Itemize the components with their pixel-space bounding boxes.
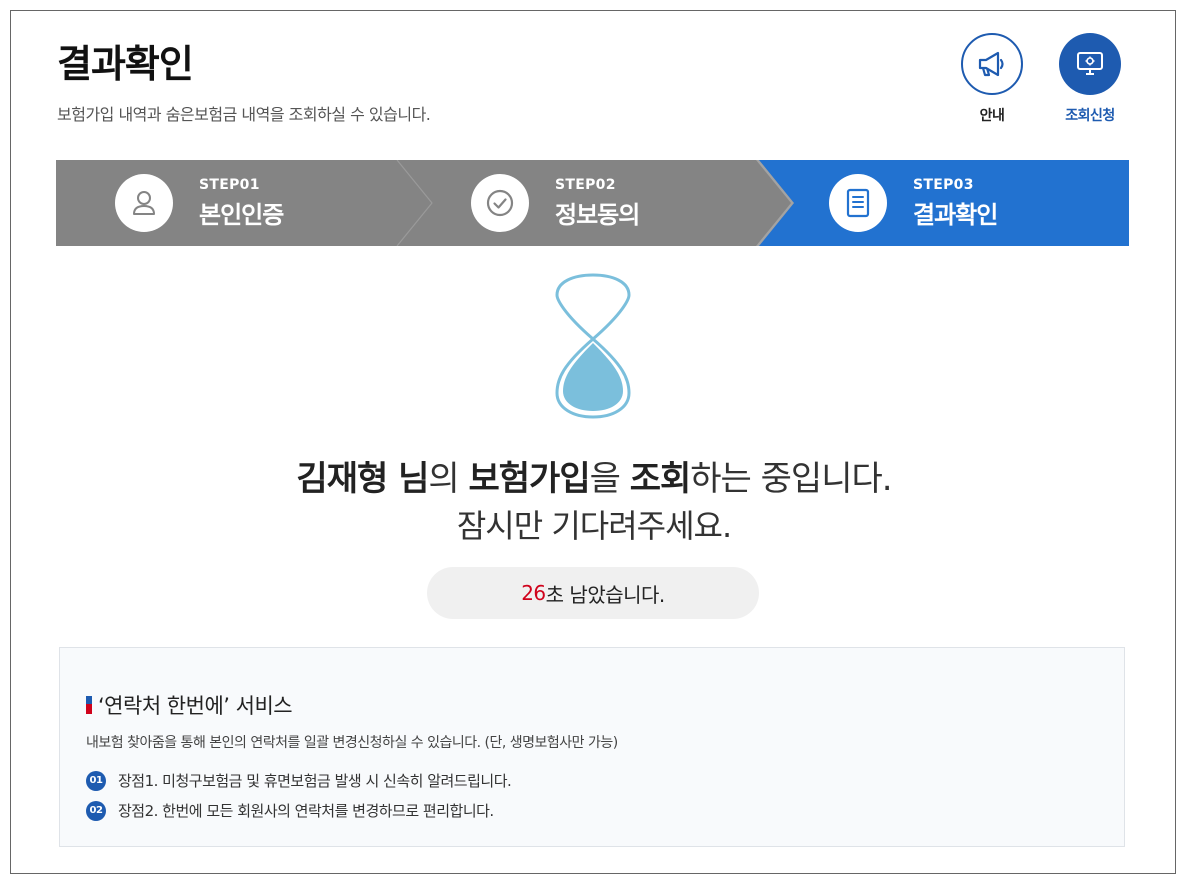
document-icon bbox=[846, 188, 870, 218]
countdown-suffix: 초 남았습니다. bbox=[545, 582, 666, 607]
step-1-number: STEP01 bbox=[199, 176, 260, 193]
page-title: 결과확인 bbox=[57, 42, 194, 86]
step-3-number: STEP03 bbox=[913, 176, 974, 193]
service-benefit-2: 02 장점2. 한번에 모든 회원사의 연락처를 변경하므로 편리합니다. bbox=[86, 800, 494, 821]
loading-message: 김재형 님의 보험가입을 조회하는 중입니다. bbox=[11, 451, 1177, 500]
page-frame: 결과확인 보험가입 내역과 숨은보험금 내역을 조회하실 수 있습니다. 안내 … bbox=[10, 10, 1176, 874]
guide-button[interactable]: 안내 bbox=[957, 33, 1027, 125]
guide-button-label: 안내 bbox=[979, 108, 1005, 124]
step-1-icon-circle bbox=[115, 174, 173, 232]
apply-inquiry-button[interactable]: 조회신청 bbox=[1055, 33, 1125, 125]
loading-keyword-insurance: 보험가입 bbox=[468, 459, 590, 499]
step-2: STEP02 정보동의 bbox=[471, 160, 640, 246]
loading-wait-message: 잠시만 기다려주세요. bbox=[456, 507, 732, 545]
step-3-active: STEP03 결과확인 bbox=[829, 160, 998, 246]
apply-button-circle[interactable] bbox=[1059, 33, 1121, 95]
step-3-icon-circle bbox=[829, 174, 887, 232]
service-benefit-1: 01 장점1. 미청구보험금 및 휴면보험금 발생 시 신속히 알려드립니다. bbox=[86, 770, 512, 791]
flag-icon bbox=[86, 696, 92, 714]
number-badge-02: 02 bbox=[86, 800, 106, 821]
loading-particle-1: 의 bbox=[428, 459, 469, 499]
step-2-number: STEP02 bbox=[555, 176, 616, 193]
user-name-suffix: 님 bbox=[387, 459, 429, 499]
user-icon bbox=[133, 191, 155, 215]
page-subtitle: 보험가입 내역과 숨은보험금 내역을 조회하실 수 있습니다. bbox=[57, 105, 431, 124]
user-name: 김재형 bbox=[296, 459, 388, 499]
service-title: ‘연락처 한번에’ 서비스 bbox=[86, 690, 293, 720]
service-description: 내보험 찾아줌을 통해 본인의 연락처를 일괄 변경신청하실 수 있습니다. (… bbox=[86, 735, 618, 751]
step-progress-bar: STEP01 본인인증 STEP02 정보동의 STEP03 결과확인 bbox=[56, 160, 1129, 246]
service-title-text: ‘연락처 한번에’ 서비스 bbox=[98, 694, 293, 718]
step-1: STEP01 본인인증 bbox=[115, 160, 284, 246]
contact-service-box: ‘연락처 한번에’ 서비스 내보험 찾아줌을 통해 본인의 연락처를 일괄 변경… bbox=[59, 647, 1125, 847]
step-1-name: 본인인증 bbox=[199, 200, 284, 229]
step-3-name: 결과확인 bbox=[913, 200, 998, 229]
loading-keyword-inquiry: 조회 bbox=[629, 459, 692, 499]
loading-rest: 하는 중입니다. bbox=[690, 459, 892, 499]
countdown-seconds: 26 bbox=[521, 581, 546, 605]
step-2-name: 정보동의 bbox=[555, 200, 640, 229]
number-badge-01: 01 bbox=[86, 770, 106, 791]
countdown-timer: 26 초 남았습니다. bbox=[427, 567, 759, 619]
guide-button-circle[interactable] bbox=[961, 33, 1023, 95]
apply-button-label: 조회신청 bbox=[1065, 108, 1115, 124]
monitor-icon bbox=[1077, 52, 1103, 75]
step-2-icon-circle bbox=[471, 174, 529, 232]
service-benefit-1-text: 장점1. 미청구보험금 및 휴면보험금 발생 시 신속히 알려드립니다. bbox=[118, 772, 512, 790]
hourglass-loading-icon bbox=[555, 273, 631, 419]
check-circle-icon bbox=[486, 189, 514, 217]
megaphone-icon bbox=[978, 51, 1004, 77]
loading-particle-2: 을 bbox=[589, 459, 630, 499]
service-benefit-2-text: 장점2. 한번에 모든 회원사의 연락처를 변경하므로 편리합니다. bbox=[118, 802, 494, 820]
